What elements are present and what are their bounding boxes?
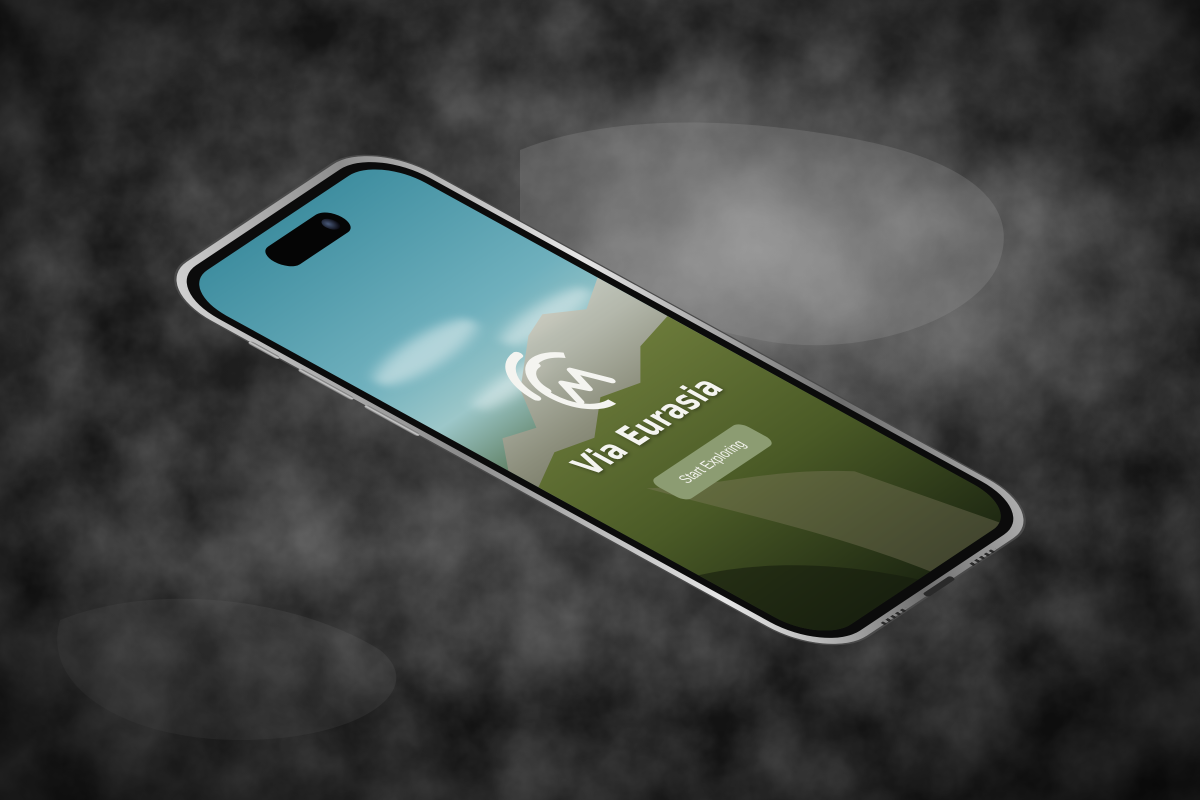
rock-background: Via Eurasia Start Exploring [0,0,1200,800]
front-camera-icon [318,216,344,232]
